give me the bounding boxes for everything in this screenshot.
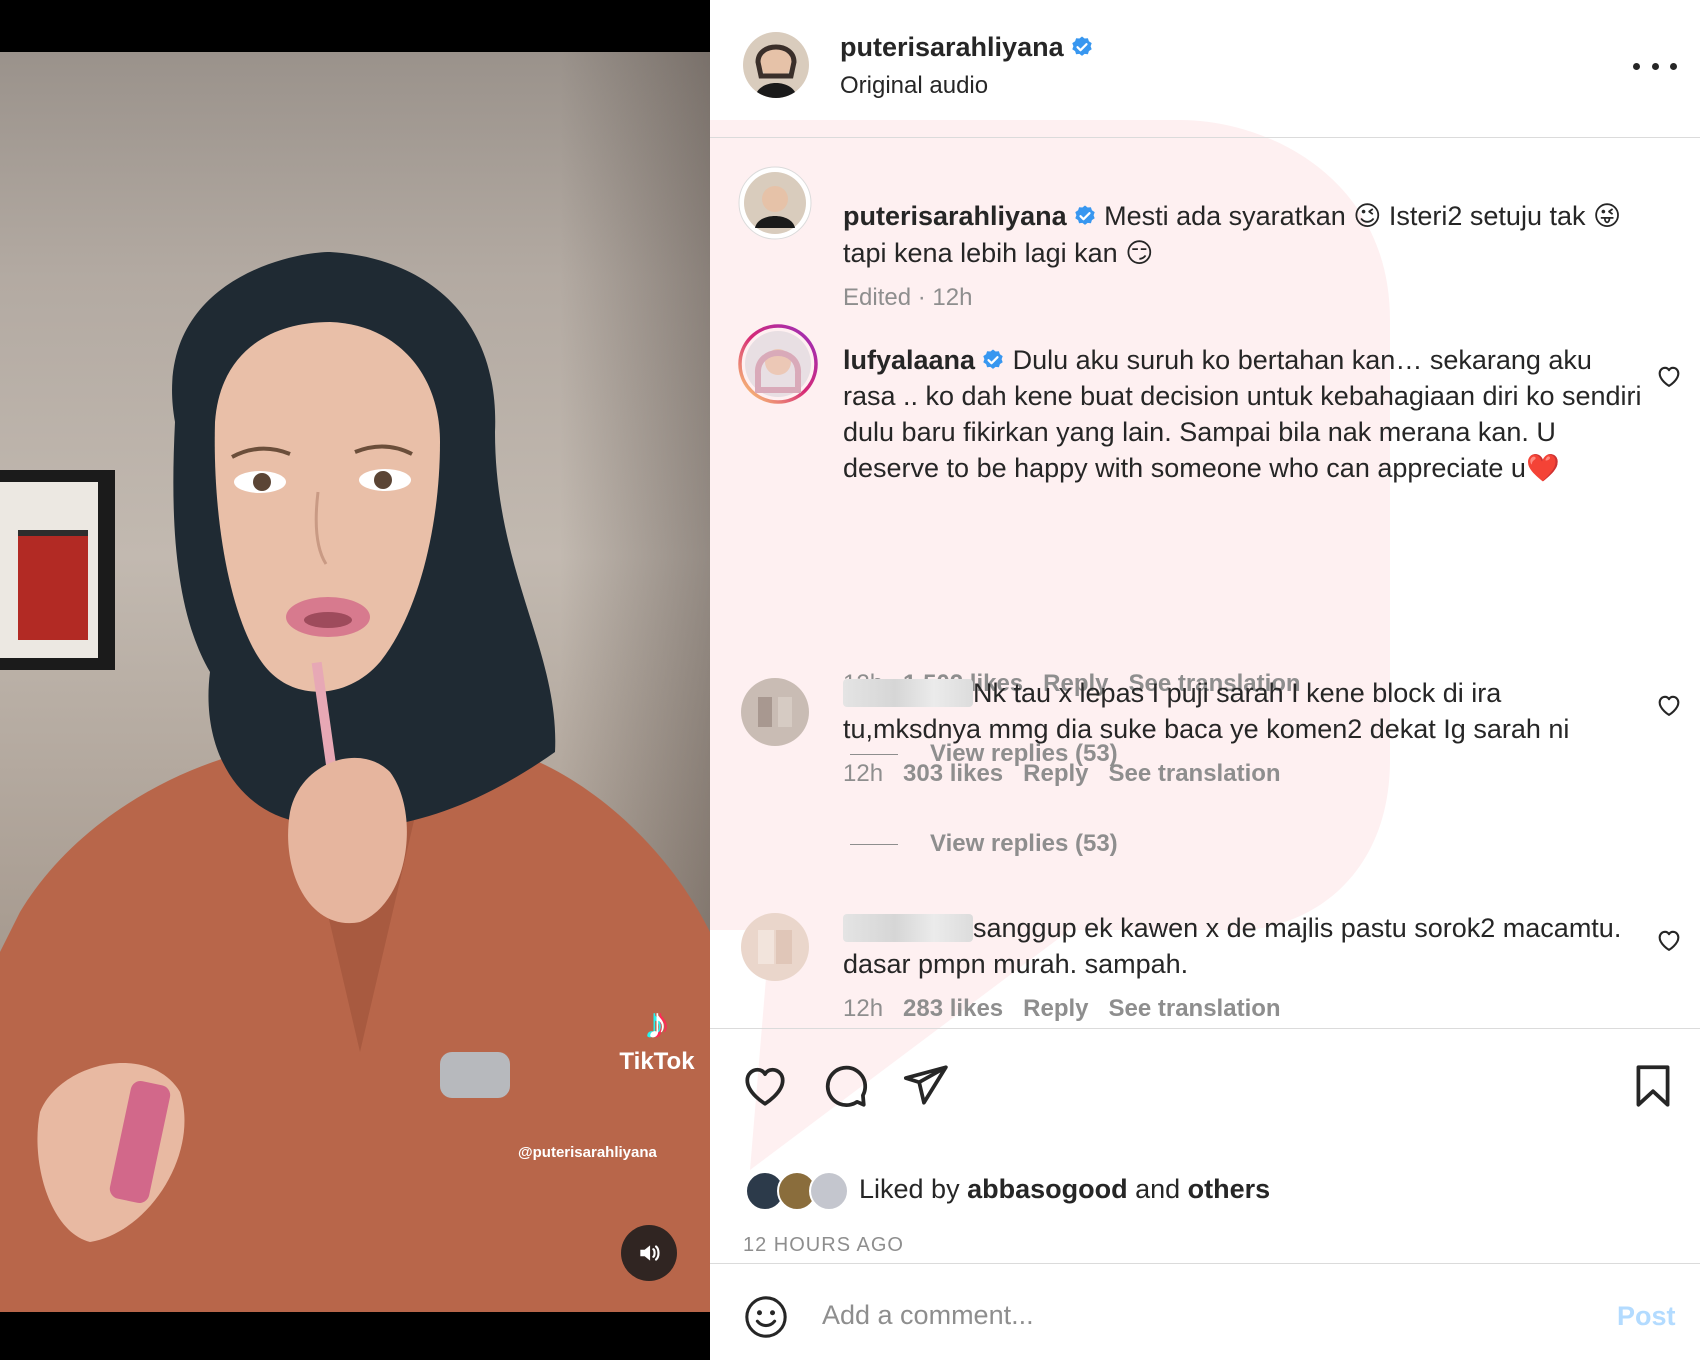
liked-by-prefix: Liked by [859,1174,968,1204]
comment-meta: 12h 283 likes Reply See translation [843,995,1301,1023]
caption-username[interactable]: puterisarahliyana [843,201,1067,231]
wink-emoji: 😉 [1353,201,1382,232]
post-actions: Liked by abbasogood and others 12 HOURS … [710,1028,1700,1263]
avatar[interactable] [738,675,812,749]
comment-icon[interactable] [820,1061,870,1111]
reply-button[interactable]: Reply [1023,995,1088,1022]
caption-meta: Edited · 12h [843,284,973,311]
liked-by-text: Liked by abbasogood and others [859,1174,1270,1205]
divider [850,844,898,846]
bookmark-icon[interactable] [1628,1061,1678,1111]
blurred-username[interactable] [843,679,973,707]
post-button[interactable]: Post [1617,1301,1676,1332]
post-panel: puterisarahliyana Original audio puteris… [710,0,1700,1360]
tiktok-brand: TikTok [619,1048,695,1075]
avatar[interactable] [738,166,812,240]
caption-text-part: Mesti ada syaratkan [1104,201,1354,231]
original-audio-link[interactable]: Original audio [840,72,988,100]
avatar [809,1171,849,1211]
comment-likes[interactable]: 283 likes [903,995,1003,1022]
avatar[interactable] [743,32,809,98]
video-subject [0,252,710,1312]
comment-like-heart-icon[interactable] [1655,926,1683,954]
tiktok-handle: @puterisarahliyana [518,1144,657,1161]
comment-time: 12h [843,760,884,787]
comment-like-heart-icon[interactable] [1655,691,1683,719]
comment-text: sanggup ek kawen x de majlis pastu sorok… [843,910,1643,982]
see-translation-link[interactable]: See translation [1109,760,1281,787]
caption-text: puterisarahliyana Mesti ada syaratkan 😉 … [843,198,1643,272]
red-heart-emoji: ❤️ [1525,453,1560,484]
comments-list[interactable]: puterisarahliyana Mesti ada syaratkan 😉 … [710,138,1700,1028]
comment-like-heart-icon[interactable] [1655,362,1683,390]
video-player[interactable]: ♪ TikTok @puterisarahliyana [0,0,710,1360]
tongue-emoji: 😜 [1593,201,1622,232]
comment-meta: 12h 303 likes Reply See translation [843,760,1301,788]
post-username-text[interactable]: puterisarahliyana [840,32,1064,62]
tiktok-logo: ♪ TikTok [612,1002,702,1076]
caption-text-part: Isteri2 setuju tak [1381,201,1593,231]
avatar[interactable] [738,910,812,984]
post-header: puterisarahliyana Original audio [710,0,1700,138]
liked-by-avatars[interactable] [745,1171,855,1213]
liked-by-user[interactable]: abbasogood [967,1174,1128,1204]
smirk-emoji: 😏 [1125,238,1154,269]
smiley-icon[interactable] [743,1294,789,1340]
see-translation-link[interactable]: See translation [1109,995,1281,1022]
divider [850,754,898,756]
more-horizontal-icon[interactable] [1633,56,1677,76]
view-replies-button[interactable]: View replies (53) [850,830,1118,858]
comment-username[interactable]: lufyalaana [843,345,975,375]
comment-input[interactable] [822,1292,1542,1338]
comment-time: 12h [843,995,884,1022]
verified-badge-icon [1071,36,1092,56]
post-timestamp[interactable]: 12 HOURS AGO [743,1234,904,1257]
post-username[interactable]: puterisarahliyana [840,32,1094,63]
avatar[interactable] [738,324,818,404]
comment-text: Nk tau x lepas I puji sarah I kene block… [843,675,1643,747]
blurred-username[interactable] [843,914,973,942]
view-replies-label[interactable]: View replies (53) [930,830,1118,857]
heart-icon[interactable] [740,1061,790,1111]
comment-text: lufyalaana Dulu aku suruh ko bertahan ka… [843,342,1643,487]
liked-by-middle: and [1127,1174,1188,1204]
verified-badge-icon [1074,205,1095,225]
liked-by-others[interactable]: others [1188,1174,1271,1204]
caption-text-part: tapi kena lebih lagi kan [843,238,1126,268]
reply-button[interactable]: Reply [1023,760,1088,787]
volume-icon[interactable] [621,1225,677,1281]
comment-likes[interactable]: 303 likes [903,760,1003,787]
verified-badge-icon [983,349,1003,369]
add-comment-bar: Post [710,1263,1700,1360]
video-frame[interactable]: ♪ TikTok @puterisarahliyana [0,52,710,1312]
send-icon[interactable] [900,1061,950,1111]
